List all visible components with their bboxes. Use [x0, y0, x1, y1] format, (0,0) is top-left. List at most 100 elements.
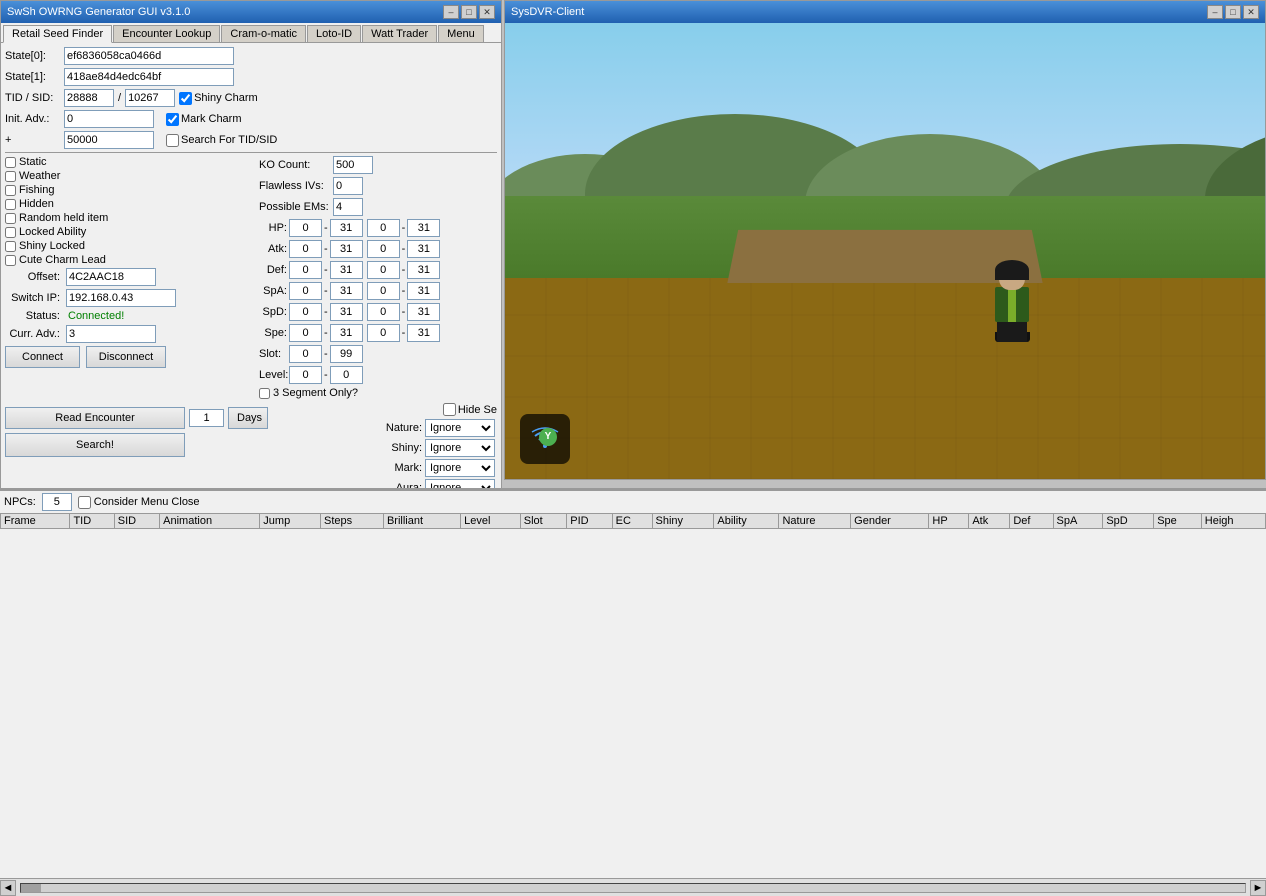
mark-charm-checkbox[interactable] — [166, 113, 179, 126]
mark-select[interactable]: Ignore — [425, 459, 495, 477]
hidden-checkbox[interactable] — [5, 199, 16, 210]
connect-button[interactable]: Connect — [5, 346, 80, 368]
search-button[interactable]: Search! — [5, 433, 185, 457]
wifi-container: Y — [531, 426, 559, 453]
def-iv-max2[interactable] — [407, 261, 440, 279]
tab-loto-id[interactable]: Loto-ID — [307, 25, 361, 42]
cute-charm-row: Cute Charm Lead — [5, 254, 255, 266]
locked-ability-checkbox[interactable] — [5, 227, 16, 238]
scroll-left-btn[interactable]: ◄ — [0, 880, 16, 896]
spa-iv-row: SpA: - - — [259, 282, 497, 300]
close-btn[interactable]: ✕ — [479, 5, 495, 19]
weather-checkbox[interactable] — [5, 171, 16, 182]
state0-input[interactable] — [64, 47, 234, 65]
spa-iv-max[interactable] — [330, 282, 363, 300]
possibleems-input[interactable] — [333, 198, 363, 216]
scrollbar-track[interactable] — [20, 883, 1246, 893]
slot-max-input[interactable] — [330, 345, 363, 363]
search-tidsid-label[interactable]: Search For TID/SID — [166, 134, 277, 147]
def-iv-min[interactable] — [289, 261, 322, 279]
def-iv-min2[interactable] — [367, 261, 400, 279]
hidden-row: Hidden — [5, 198, 255, 210]
hp-iv-min[interactable] — [289, 219, 322, 237]
plus-input[interactable] — [64, 131, 154, 149]
skip-input[interactable] — [189, 409, 224, 427]
horizontal-scrollbar[interactable]: ◄ ► — [0, 878, 1266, 896]
days-button[interactable]: Days — [228, 407, 268, 429]
spd-iv-max2[interactable] — [407, 303, 440, 321]
random-held-item-checkbox[interactable] — [5, 213, 16, 224]
tab-watt-trader[interactable]: Watt Trader — [362, 25, 437, 42]
def-iv-max[interactable] — [330, 261, 363, 279]
hidden-label: Hidden — [19, 198, 54, 210]
tab-retail-seed-finder[interactable]: Retail Seed Finder — [3, 25, 112, 43]
spa-iv-max2[interactable] — [407, 282, 440, 300]
atk-iv-max2[interactable] — [407, 240, 440, 258]
tab-cram-o-matic[interactable]: Cram-o-matic — [221, 25, 306, 42]
scroll-right-btn[interactable]: ► — [1250, 880, 1266, 896]
spd-iv-min[interactable] — [289, 303, 322, 321]
maximize-btn[interactable]: □ — [461, 5, 477, 19]
sid-input[interactable] — [125, 89, 175, 107]
results-container[interactable]: Frame TID SID Animation Jump Steps Brill… — [0, 513, 1266, 889]
tab-menu[interactable]: Menu — [438, 25, 484, 42]
weather-row: Weather — [5, 170, 255, 182]
shiny-charm-label[interactable]: Shiny Charm — [179, 92, 258, 105]
read-encounter-button[interactable]: Read Encounter — [5, 407, 185, 429]
spd-iv-min2[interactable] — [367, 303, 400, 321]
atk-iv-max[interactable] — [330, 240, 363, 258]
shiny-charm-checkbox[interactable] — [179, 92, 192, 105]
possibleems-row: Possible EMs: — [259, 198, 497, 216]
nature-select[interactable]: Ignore — [425, 419, 495, 437]
shiny-locked-checkbox[interactable] — [5, 241, 16, 252]
consider-menu-close-label[interactable]: Consider Menu Close — [78, 496, 200, 509]
state1-input[interactable] — [64, 68, 234, 86]
spe-iv-min2[interactable] — [367, 324, 400, 342]
segment3-checkbox[interactable] — [259, 388, 270, 399]
state0-label: State[0]: — [5, 50, 60, 62]
disconnect-button[interactable]: Disconnect — [86, 346, 166, 368]
kocount-input[interactable] — [333, 156, 373, 174]
initadv-input[interactable] — [64, 110, 154, 128]
hp-iv-min2[interactable] — [367, 219, 400, 237]
fishing-checkbox[interactable] — [5, 185, 16, 196]
shiny-select[interactable]: Ignore — [425, 439, 495, 457]
cute-charm-checkbox[interactable] — [5, 255, 16, 266]
minimize-btn[interactable]: – — [443, 5, 459, 19]
hideseed-checkbox[interactable] — [443, 403, 456, 416]
spa-iv-min2[interactable] — [367, 282, 400, 300]
mark-charm-label[interactable]: Mark Charm — [166, 113, 242, 126]
offset-input[interactable] — [66, 268, 156, 286]
spd-iv-max[interactable] — [330, 303, 363, 321]
kocount-row: KO Count: — [259, 156, 497, 174]
curradv-input[interactable] — [66, 325, 156, 343]
spa-iv-min[interactable] — [289, 282, 322, 300]
col-level: Level — [461, 514, 521, 529]
atk-iv-min2[interactable] — [367, 240, 400, 258]
svr-title: SysDVR-Client — [511, 6, 584, 18]
switchip-input[interactable] — [66, 289, 176, 307]
static-checkbox[interactable] — [5, 157, 16, 168]
atk-iv-min[interactable] — [289, 240, 322, 258]
tid-input[interactable] — [64, 89, 114, 107]
level-min-input[interactable] — [289, 366, 322, 384]
spe-iv-max[interactable] — [330, 324, 363, 342]
spe-iv-max2[interactable] — [407, 324, 440, 342]
slot-row: Slot: - — [259, 345, 497, 363]
scrollbar-thumb[interactable] — [21, 884, 41, 892]
flawlessivs-input[interactable] — [333, 177, 363, 195]
npc-input[interactable] — [42, 493, 72, 511]
hp-iv-max[interactable] — [330, 219, 363, 237]
offset-label: Offset: — [5, 271, 60, 283]
consider-menu-close-checkbox[interactable] — [78, 496, 91, 509]
spe-iv-min[interactable] — [289, 324, 322, 342]
svr-close-btn[interactable]: ✕ — [1243, 5, 1259, 19]
search-tidsid-checkbox[interactable] — [166, 134, 179, 147]
slot-min-input[interactable] — [289, 345, 322, 363]
level-max-input[interactable] — [330, 366, 363, 384]
svr-maximize-btn[interactable]: □ — [1225, 5, 1241, 19]
hp-iv-max2[interactable] — [407, 219, 440, 237]
svr-minimize-btn[interactable]: – — [1207, 5, 1223, 19]
def-iv-dash2: - — [402, 264, 406, 276]
tab-encounter-lookup[interactable]: Encounter Lookup — [113, 25, 220, 42]
